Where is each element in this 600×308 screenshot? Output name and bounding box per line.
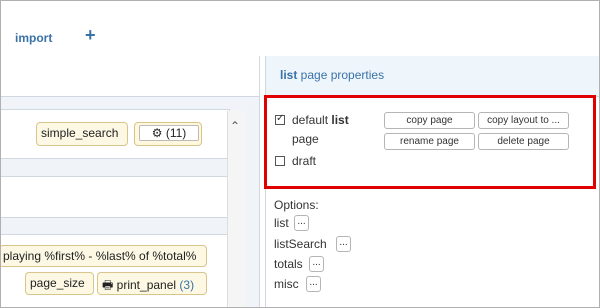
delete-page-button[interactable]: delete page (478, 133, 569, 150)
page-properties-header: list page properties (266, 56, 599, 97)
search-row: simple_search ⚙ (11) (1, 109, 230, 159)
content-block (1, 176, 246, 218)
printer-icon: 🖶 (102, 278, 114, 292)
left-panel-header (1, 56, 259, 97)
options-label: Options: (274, 198, 319, 212)
option-list-label: list (274, 216, 289, 230)
chevron-up-icon[interactable]: ⌃ (230, 119, 240, 133)
displaying-label: playing %first% - %last% of %total% (3, 249, 197, 263)
draft-checkbox[interactable] (275, 156, 285, 166)
window-frame: import + simple_search ⚙ (11) playing %f… (0, 0, 600, 308)
print-panel-chip[interactable]: 🖶 print_panel (3) (97, 272, 207, 295)
page-size-label: page_size (30, 276, 85, 290)
displaying-chip[interactable]: playing %first% - %last% of %total% (1, 245, 207, 267)
option-totals-label: totals (274, 257, 303, 271)
import-button[interactable]: import (15, 31, 52, 45)
settings-count: (11) (165, 126, 187, 140)
default-page-label-line2: page (292, 132, 319, 146)
scrollbar[interactable]: ⌃ (227, 111, 246, 307)
footer-block: playing %first% - %last% of %total% page… (1, 234, 246, 307)
gear-icon: ⚙ (151, 126, 163, 140)
option-totals-button[interactable]: ... (309, 256, 324, 272)
copy-layout-button[interactable]: copy layout to ... (478, 112, 569, 129)
settings-chip[interactable]: ⚙ (11) (134, 122, 202, 146)
left-panel: simple_search ⚙ (11) playing %first% - %… (1, 56, 260, 307)
option-listsearch-label: listSearch (274, 237, 327, 251)
copy-page-button[interactable]: copy page (384, 112, 475, 129)
toolbar: import + (1, 1, 599, 56)
option-list-button[interactable]: ... (294, 215, 309, 231)
default-page-label: default list (292, 113, 349, 127)
option-misc-button[interactable]: ... (306, 276, 321, 292)
print-panel-count: (3) (179, 278, 195, 292)
add-button[interactable]: + (85, 25, 96, 46)
option-listsearch-button[interactable]: ... (336, 236, 351, 252)
page-size-chip[interactable]: page_size (25, 272, 94, 295)
page-properties-title: list page properties (280, 68, 385, 82)
simple-search-chip[interactable]: simple_search (36, 122, 128, 146)
default-page-checkbox[interactable] (275, 113, 285, 125)
print-panel-label: print_panel (116, 278, 177, 292)
simple-search-label: simple_search (41, 126, 119, 140)
rename-page-button[interactable]: rename page (384, 133, 475, 150)
option-misc-label: misc (274, 277, 299, 291)
draft-label: draft (292, 154, 317, 168)
